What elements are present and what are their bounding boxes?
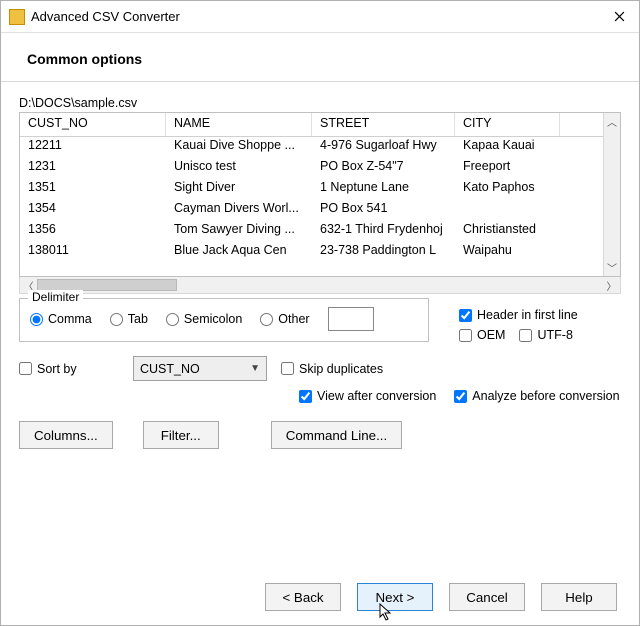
delimiter-legend: Delimiter — [28, 290, 83, 304]
table-cell: 1354 — [20, 200, 166, 221]
data-grid[interactable]: CUST_NO NAME STREET CITY 12211 Kauai Div… — [19, 112, 621, 277]
table-cell: 1356 — [20, 221, 166, 242]
delimiter-other[interactable]: Other — [260, 312, 309, 326]
next-button[interactable]: Next > — [357, 583, 433, 611]
view-after-check[interactable]: View after conversion — [299, 389, 436, 403]
table-cell: Waipahu — [455, 242, 560, 263]
skip-duplicates-check[interactable]: Skip duplicates — [281, 362, 383, 376]
sort-field-select[interactable]: CUST_NO ▼ — [133, 356, 267, 381]
dialog-body: Common options D:\DOCS\sample.csv CUST_N… — [1, 33, 639, 570]
table-cell: PO Box 541 — [312, 200, 455, 221]
delimiter-semicolon[interactable]: Semicolon — [166, 312, 242, 326]
table-cell: Cayman Divers Worl... — [166, 200, 312, 221]
table-cell: 1 Neptune Lane — [312, 179, 455, 200]
delimiter-other-input[interactable] — [328, 307, 374, 331]
cancel-button[interactable]: Cancel — [449, 583, 525, 611]
close-button[interactable] — [599, 1, 639, 33]
delimiter-tab[interactable]: Tab — [110, 312, 148, 326]
utf8-check[interactable]: UTF-8 — [519, 328, 572, 342]
window-title: Advanced CSV Converter — [31, 9, 599, 24]
table-cell: Blue Jack Aqua Cen — [166, 242, 312, 263]
scroll-up-icon[interactable]: ︿ — [604, 113, 620, 130]
header-first-line-check[interactable]: Header in first line — [459, 308, 578, 322]
columns-button[interactable]: Columns... — [19, 421, 113, 449]
column-header[interactable]: NAME — [166, 113, 312, 136]
table-cell: 138011 — [20, 242, 166, 263]
column-header[interactable]: CITY — [455, 113, 560, 136]
delimiter-comma[interactable]: Comma — [30, 312, 92, 326]
table-row[interactable]: 138011Blue Jack Aqua Cen23-738 Paddingto… — [20, 242, 603, 263]
analyze-before-check[interactable]: Analyze before conversion — [454, 389, 619, 403]
wizard-footer: < Back Next > Cancel Help — [1, 570, 639, 625]
table-row[interactable]: 1356Tom Sawyer Diving ...632-1 Third Fry… — [20, 221, 603, 242]
separator — [1, 81, 639, 82]
table-row[interactable]: 1231Unisco testPO Box Z-54"7Freeport — [20, 158, 603, 179]
page-heading: Common options — [27, 51, 621, 67]
sort-by-check[interactable]: Sort by — [19, 362, 119, 376]
close-icon — [614, 11, 625, 22]
scroll-right-icon[interactable]: 〉 — [603, 278, 620, 293]
back-button[interactable]: < Back — [265, 583, 341, 611]
table-cell: 4-976 Sugarloaf Hwy — [312, 137, 455, 158]
table-cell: 1351 — [20, 179, 166, 200]
horizontal-scrollbar[interactable]: 〈 〉 — [19, 277, 621, 294]
table-cell: PO Box Z-54"7 — [312, 158, 455, 179]
sort-field-value: CUST_NO — [140, 362, 200, 376]
table-row[interactable]: 1351Sight Diver1 Neptune LaneKato Paphos — [20, 179, 603, 200]
chevron-down-icon: ▼ — [250, 363, 260, 374]
help-button[interactable]: Help — [541, 583, 617, 611]
table-cell: Sight Diver — [166, 179, 312, 200]
table-cell: 1231 — [20, 158, 166, 179]
table-cell: 23-738 Paddington L — [312, 242, 455, 263]
delimiter-group: Delimiter Comma Tab Semicolon Other — [19, 298, 429, 342]
table-cell: Freeport — [455, 158, 560, 179]
table-cell: Tom Sawyer Diving ... — [166, 221, 312, 242]
oem-check[interactable]: OEM — [459, 328, 505, 342]
table-cell: Kato Paphos — [455, 179, 560, 200]
column-header[interactable]: CUST_NO — [20, 113, 166, 136]
table-row[interactable]: 1354Cayman Divers Worl...PO Box 541 — [20, 200, 603, 221]
titlebar: Advanced CSV Converter — [1, 1, 639, 33]
filter-button[interactable]: Filter... — [143, 421, 219, 449]
table-cell: Unisco test — [166, 158, 312, 179]
grid-header: CUST_NO NAME STREET CITY — [20, 113, 603, 137]
table-cell: 632-1 Third Frydenhoj — [312, 221, 455, 242]
scroll-down-icon[interactable]: ﹀ — [604, 259, 620, 276]
column-header[interactable]: STREET — [312, 113, 455, 136]
table-cell: 12211 — [20, 137, 166, 158]
table-cell: Christiansted — [455, 221, 560, 242]
app-icon — [9, 9, 25, 25]
table-cell: Kauai Dive Shoppe ... — [166, 137, 312, 158]
table-row[interactable]: 12211 Kauai Dive Shoppe ...4-976 Sugarlo… — [20, 137, 603, 158]
table-cell: Kapaa Kauai — [455, 137, 560, 158]
window: Advanced CSV Converter Common options D:… — [0, 0, 640, 626]
file-path: D:\DOCS\sample.csv — [19, 96, 621, 110]
command-line-button[interactable]: Command Line... — [271, 421, 403, 449]
table-cell — [455, 200, 560, 221]
vertical-scrollbar[interactable]: ︿ ﹀ — [603, 113, 620, 276]
